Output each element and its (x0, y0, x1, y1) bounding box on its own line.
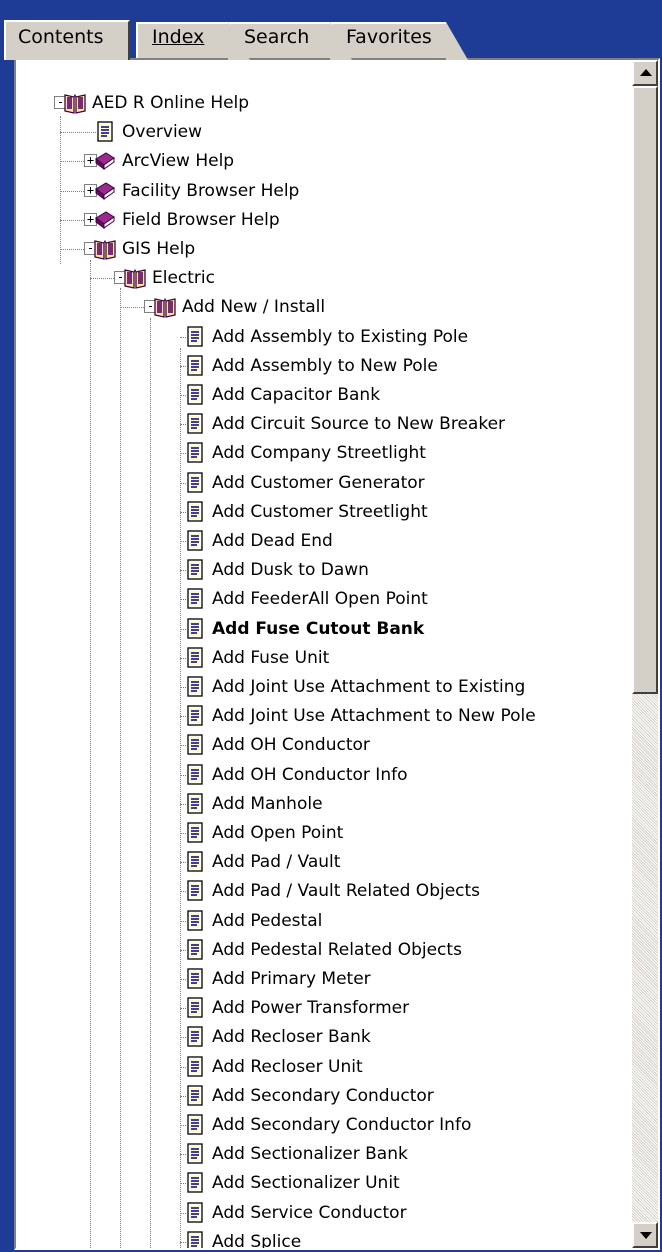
tab-contents[interactable]: Contents (4, 20, 130, 60)
tree-item-label: ArcView Help (122, 151, 235, 172)
open-book-icon (124, 269, 146, 289)
tab-contents-label: Contents (18, 26, 104, 48)
tree-item-label: Add Manhole (212, 793, 323, 814)
tree-item-label: Add Recloser Bank (212, 1027, 371, 1048)
tree-item-label: Add OH Conductor Info (212, 764, 408, 785)
open-book-icon (94, 239, 116, 260)
tree-item-label: Electric (152, 268, 215, 289)
page-icon (187, 588, 203, 610)
tree-item-label: Overview (122, 122, 203, 143)
tree-item-label: Facility Browser Help (122, 180, 300, 201)
tree-guide-line (90, 260, 91, 1248)
closed-book-icon (95, 182, 115, 200)
tab-strip: Contents Index Search Favorites (0, 0, 662, 60)
arrow-down-icon (640, 1232, 652, 1239)
page-icon (187, 851, 203, 872)
tree-item-label: Add Pedestal (212, 910, 323, 931)
tab-index-label: Index (152, 26, 205, 48)
page-icon (187, 559, 203, 580)
tree-item-label: Add Pad / Vault Related Objects (212, 881, 481, 902)
page-icon (187, 1201, 203, 1223)
page-icon (187, 617, 203, 639)
tree-item-label: Add Customer Generator (212, 472, 425, 493)
page-icon (187, 880, 203, 902)
tree-item-label: Add Secondary Conductor Info (212, 1115, 472, 1135)
page-icon (187, 471, 203, 493)
tab-search-label: Search (244, 26, 310, 48)
tree-item-label: Add Company Streetlight (212, 443, 426, 464)
page-icon (187, 530, 203, 551)
page-icon (187, 676, 203, 697)
tree-item-label: Add Fuse Unit (212, 647, 330, 668)
page-icon (187, 1143, 203, 1164)
tree-item-label: Add Joint Use Attachment to New Pole (212, 706, 536, 727)
tree-item-label: Add New / Install (182, 297, 326, 318)
tree-item-label: Field Browser Help (122, 209, 280, 230)
tree-item-label: Add Customer Streetlight (212, 501, 428, 522)
tree-connector (60, 132, 96, 134)
tree-item-label: Add Dusk to Dawn (212, 560, 369, 581)
page-icon (187, 909, 203, 931)
arrow-up-icon (640, 69, 652, 76)
page-icon (187, 939, 203, 960)
tree-item-label: Add Assembly to Existing Pole (212, 326, 469, 347)
page-icon (187, 384, 203, 405)
page-icon (187, 763, 203, 785)
tree-item-label: Add Pedestal Related Objects (212, 939, 462, 960)
open-book-icon (64, 93, 86, 114)
page-icon (187, 793, 203, 814)
page-icon (187, 822, 203, 843)
tree-item-label: Add Secondary Conductor (212, 1085, 434, 1106)
page-icon (187, 1026, 203, 1048)
closed-book-icon (95, 152, 115, 171)
tab-index[interactable]: Index (136, 22, 250, 60)
tree-item-label: Add Dead End (212, 531, 333, 551)
page-icon (187, 442, 203, 464)
page-icon (187, 413, 203, 434)
tree-guide-line (150, 318, 151, 1248)
tree-item-label: Add Fuse Cutout Bank (212, 618, 425, 639)
tab-favorites-label: Favorites (346, 26, 432, 48)
closed-book-icon (95, 211, 115, 229)
tree-item-label: Add Pad / Vault (212, 852, 341, 873)
contents-tree[interactable]: Add Assembly to Existing Pole Add Assembl… (16, 60, 634, 1248)
tree-guide-line (120, 288, 121, 1248)
open-book-icon (154, 298, 176, 319)
tree-item-label: Add OH Conductor (212, 735, 370, 756)
tree-item-label: Add Primary Meter (212, 969, 371, 989)
tree-item-label: Add Assembly to New Pole (212, 355, 438, 376)
page-icon (187, 1114, 203, 1135)
scroll-up-button[interactable] (632, 60, 658, 86)
scroll-thumb[interactable] (632, 86, 658, 694)
tree-item-label: Add Service Conductor (212, 1202, 407, 1223)
page-icon (187, 325, 203, 347)
scroll-down-button[interactable] (632, 1222, 658, 1248)
page-icon (187, 1055, 203, 1077)
tree-item-label: Add Circuit Source to New Breaker (212, 414, 506, 435)
page-icon (187, 1085, 203, 1106)
tree-item-label: Add Recloser Unit (212, 1056, 363, 1077)
tree-item-label: Add Power Transformer (212, 998, 410, 1019)
page-icon (187, 734, 203, 756)
tree-item-label: Add Sectionalizer Unit (212, 1173, 400, 1194)
tree-item-label: AED R Online Help (92, 93, 250, 113)
tree-item-label: Add Sectionalizer Bank (212, 1144, 408, 1165)
tree-item-label: GIS Help (122, 239, 196, 259)
tree-item-label: Add Splice (212, 1231, 302, 1248)
tree-item-label: Add Joint Use Attachment to Existing (212, 677, 526, 697)
page-icon (187, 355, 203, 376)
page-icon (187, 997, 203, 1018)
page-icon (187, 968, 203, 989)
page-icon (187, 647, 203, 668)
vertical-scrollbar[interactable] (632, 60, 658, 1248)
page-icon (187, 705, 203, 726)
contents-panel: Add Assembly to Existing Pole Add Assembl… (14, 58, 660, 1250)
page-icon (187, 501, 203, 522)
tree-item-label: Add FeederAll Open Point (212, 589, 428, 610)
tree-item-label: Add Open Point (212, 823, 344, 843)
page-icon (187, 1172, 203, 1194)
tree-item-label: Add Capacitor Bank (212, 385, 381, 405)
page-icon (187, 1231, 203, 1248)
page-icon (97, 121, 113, 142)
